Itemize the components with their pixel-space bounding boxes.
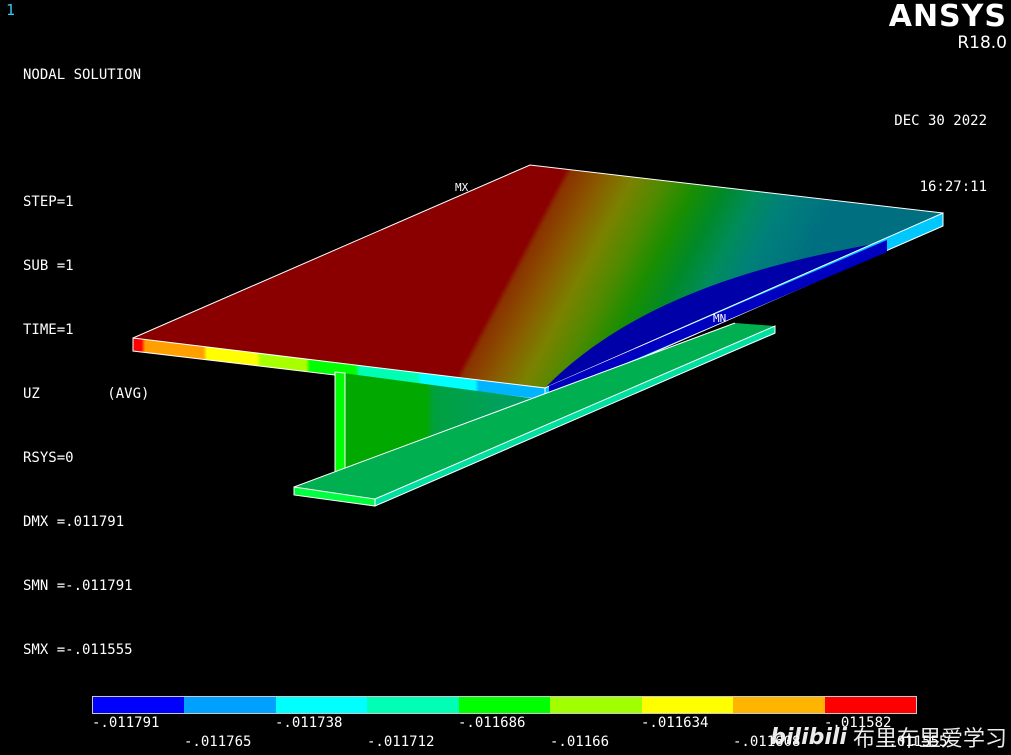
legend-label: -.011686	[458, 715, 526, 731]
max-marker: MX	[455, 181, 469, 194]
watermark-text: 布里布里爱学习	[852, 727, 1007, 752]
legend-label: -.011791	[92, 715, 160, 731]
legend-label: -.01166	[550, 734, 610, 750]
contour-plot-viewport[interactable]: MX MN	[0, 0, 1011, 755]
contour-legend-bar	[92, 696, 917, 714]
bilibili-logo: bilibili	[770, 724, 847, 750]
legend-band-7	[641, 697, 734, 713]
legend-band-4	[367, 697, 459, 713]
legend-label: -.011738	[275, 715, 343, 731]
legend-band-6	[550, 697, 642, 713]
legend-label: -.011712	[367, 734, 435, 750]
legend-label: -.011634	[641, 715, 709, 731]
legend-band-3	[275, 697, 368, 713]
min-marker: MN	[713, 312, 726, 325]
legend-band-2	[184, 697, 276, 713]
legend-label: -.011765	[184, 734, 252, 750]
bilibili-watermark: bilibili 布里布里爱学习	[770, 721, 1007, 753]
legend-band-1	[93, 697, 185, 713]
legend-band-9	[824, 697, 916, 713]
legend-band-5	[458, 697, 551, 713]
legend-band-8	[733, 697, 825, 713]
